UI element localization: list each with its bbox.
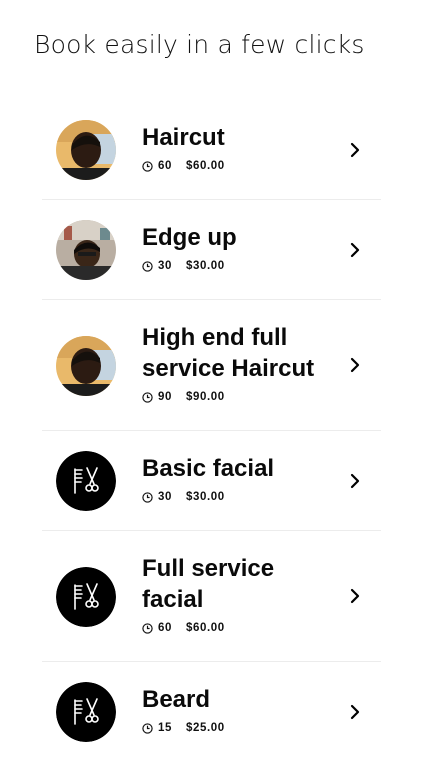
service-row-full-service-facial[interactable]: Full service facial 60 $60.00	[42, 531, 381, 662]
service-row-haircut[interactable]: Haircut 60 $60.00	[42, 100, 381, 200]
clock-icon	[142, 260, 153, 272]
service-meta: 60 $60.00	[142, 621, 332, 635]
service-meta: 60 $60.00	[142, 159, 332, 173]
chevron-right-icon[interactable]	[349, 141, 361, 159]
service-name: Edge up	[142, 224, 237, 251]
service-name: Basic facial	[142, 455, 275, 482]
haircut-photo	[56, 220, 116, 280]
chevron-right-icon[interactable]	[349, 356, 361, 374]
service-duration: 60	[158, 160, 172, 172]
service-price: $30.00	[186, 260, 225, 272]
service-duration: 15	[158, 722, 172, 734]
clock-icon	[142, 391, 153, 403]
service-row-edge-up[interactable]: Edge up 30 $30.00	[42, 200, 381, 300]
chevron-right-icon[interactable]	[349, 241, 361, 259]
service-name: Beard	[142, 686, 211, 713]
comb-scissors-icon	[56, 451, 116, 511]
service-meta: 30 $30.00	[142, 259, 332, 273]
service-row-beard[interactable]: Beard 15 $25.00	[42, 662, 381, 762]
comb-scissors-icon	[56, 567, 116, 627]
service-price: $60.00	[186, 622, 225, 634]
clock-icon	[142, 622, 153, 634]
service-name: Full service facial	[142, 555, 275, 613]
service-name: High end full service Haircut	[142, 324, 315, 382]
clock-icon	[142, 160, 153, 172]
service-name: Haircut	[142, 124, 225, 151]
comb-scissors-icon	[56, 682, 116, 742]
service-list: Haircut 60 $60.00 Edge up 30 $30.00 High…	[42, 100, 381, 762]
service-meta: 30 $30.00	[142, 490, 332, 504]
chevron-right-icon[interactable]	[349, 587, 361, 605]
barber-photo	[56, 120, 116, 180]
service-duration: 30	[158, 491, 172, 503]
service-meta: 90 $90.00	[142, 390, 332, 404]
clock-icon	[142, 722, 153, 734]
service-duration: 60	[158, 622, 172, 634]
service-row-basic-facial[interactable]: Basic facial 30 $30.00	[42, 431, 381, 531]
service-price: $30.00	[186, 491, 225, 503]
service-duration: 30	[158, 260, 172, 272]
chevron-right-icon[interactable]	[349, 472, 361, 490]
barber-photo	[56, 336, 116, 396]
service-price: $25.00	[186, 722, 225, 734]
chevron-right-icon[interactable]	[349, 703, 361, 721]
service-price: $90.00	[186, 391, 225, 403]
page-title: Book easily in a few clicks	[34, 30, 365, 59]
service-price: $60.00	[186, 160, 225, 172]
service-meta: 15 $25.00	[142, 721, 332, 735]
clock-icon	[142, 491, 153, 503]
service-duration: 90	[158, 391, 172, 403]
service-row-high-end-haircut[interactable]: High end full service Haircut 90 $90.00	[42, 300, 381, 431]
